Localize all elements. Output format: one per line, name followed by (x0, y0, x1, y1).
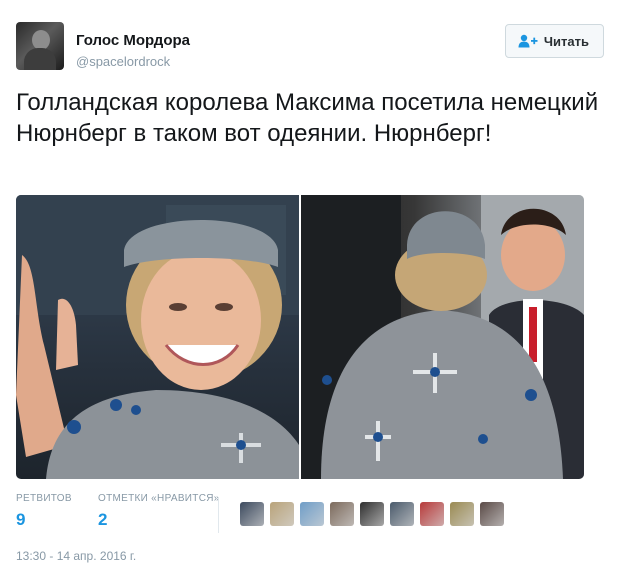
liker-avatar[interactable] (420, 502, 444, 526)
liker-avatar[interactable] (450, 502, 474, 526)
liker-avatar[interactable] (300, 502, 324, 526)
liker-avatar[interactable] (270, 502, 294, 526)
liker-avatar[interactable] (240, 502, 264, 526)
avatar-head-shape (32, 30, 50, 50)
retweets-stat[interactable]: РЕТВИТОВ 9 (16, 493, 72, 530)
liker-avatars (240, 502, 504, 526)
liker-avatar[interactable] (480, 502, 504, 526)
liker-avatar[interactable] (360, 502, 384, 526)
tweet-header: Голос Мордора @spacelordrock Читать (16, 22, 604, 74)
retweets-label: РЕТВИТОВ (16, 493, 72, 504)
queen-smiling-illustration (16, 195, 299, 479)
tweet-media (16, 195, 584, 479)
liker-avatar[interactable] (390, 502, 414, 526)
queen-back-photo[interactable] (301, 195, 584, 479)
liker-avatar[interactable] (330, 502, 354, 526)
tweet-timestamp[interactable]: 13:30 - 14 апр. 2016 г. (16, 549, 136, 563)
author-name[interactable]: Голос Мордора (76, 32, 190, 49)
avatar-body-shape (24, 48, 56, 70)
author-avatar[interactable] (16, 22, 64, 70)
retweets-count: 9 (16, 510, 26, 529)
tweet-text: Голландская королева Максима посетила не… (16, 89, 599, 147)
likes-label: ОТМЕТКИ «НРАВИТСЯ» (98, 493, 220, 504)
likes-stat[interactable]: ОТМЕТКИ «НРАВИТСЯ» 2 (98, 493, 220, 530)
follow-button[interactable]: Читать (504, 24, 604, 58)
stats-divider (218, 497, 219, 533)
queen-back-illustration (301, 195, 584, 479)
person-plus-icon (518, 34, 538, 48)
follow-button-label: Читать (543, 33, 589, 49)
author-handle[interactable]: @spacelordrock (76, 54, 170, 69)
likes-count: 2 (98, 510, 108, 529)
queen-smiling-photo[interactable] (16, 195, 299, 479)
